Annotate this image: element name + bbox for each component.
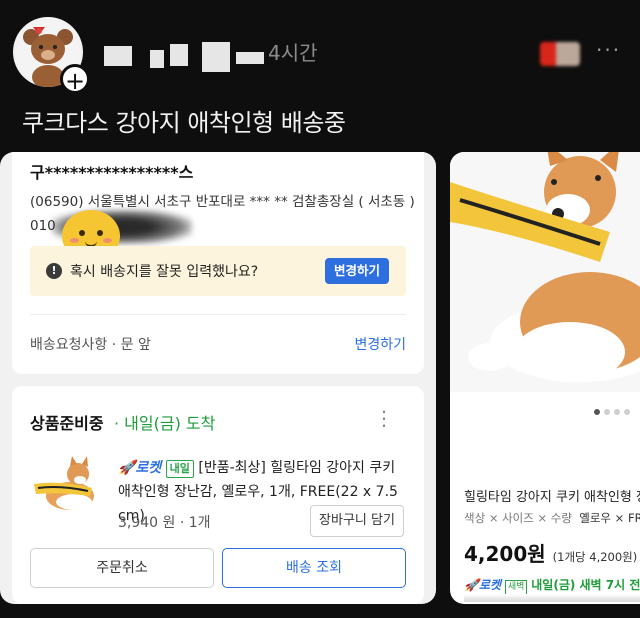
redacted-username — [170, 44, 188, 66]
change-request-link[interactable]: 변경하기 — [354, 334, 406, 354]
add-to-cart-button[interactable]: 장바구니 담기 — [310, 505, 404, 537]
more-options-icon[interactable]: ··· — [596, 38, 621, 62]
redacted-username — [104, 46, 132, 66]
recipient-name: 구****************스 — [30, 163, 194, 182]
post-title: 쿠크다스 강아지 애착인형 배송중 — [22, 109, 346, 137]
carousel-dots — [594, 400, 634, 419]
order-card: 구****************스 (06590) 서울특별시 서초구 반포대… — [0, 152, 436, 604]
delivery-eta: · 내일(금) 도착 — [114, 414, 216, 433]
address-line: (06590) 서울특별시 서초구 반포대로 *** ** 검찰총장실 ( 서초… — [30, 194, 415, 210]
redacted-username — [150, 50, 164, 68]
price-quantity: 3,940 원 · 1개 — [118, 515, 211, 531]
redacted-username — [202, 42, 230, 72]
divider — [30, 314, 406, 315]
post-time: 4시간 — [268, 41, 318, 65]
product-delivery: 🚀로켓 새벽 내일(금) 새벽 7시 전 도 — [464, 576, 640, 595]
card-fade — [464, 594, 640, 602]
change-address-button[interactable]: 변경하기 — [325, 258, 389, 284]
track-delivery-button[interactable]: 배송 조회 — [222, 548, 406, 588]
next-day-badge: 내일 — [165, 460, 194, 478]
address-warning: ! 혹시 배송지를 잘못 입력했나요? 변경하기 — [30, 246, 406, 296]
address-section: 구****************스 (06590) 서울특별시 서초구 반포대… — [12, 152, 424, 374]
product-options: 색상 × 사이즈 × 수량 옐로우 × FREE — [464, 511, 640, 525]
order-status: 상품준비중 — [30, 414, 104, 433]
product-card[interactable]: 힐링타임 강아지 쿠키 애착인형 장 색상 × 사이즈 × 수량 옐로우 × F… — [450, 152, 640, 604]
warning-icon: ! — [46, 263, 62, 279]
warning-text: 혹시 배송지를 잘못 입력했나요? — [70, 264, 259, 280]
kebab-menu-icon[interactable]: ⋮ — [374, 406, 394, 430]
delivery-request: 배송요청사항 · 문 앞 — [30, 337, 151, 353]
cancel-order-button[interactable]: 주문취소 — [30, 548, 214, 588]
product-card-title: 힐링타임 강아지 쿠키 애착인형 장 — [464, 490, 640, 505]
rocket-badge: 🚀로켓 — [118, 460, 162, 476]
product-photo — [450, 152, 640, 392]
product-price: 4,200원 (1개당 4,200원) — [464, 542, 638, 566]
redacted-username — [236, 52, 264, 64]
order-item-section: 상품준비중 · 내일(금) 도착 ⋮ 🚀로켓 내일 [반품-최상] 힐링타임 강… — [12, 386, 424, 604]
other-avatar[interactable] — [540, 42, 580, 66]
product-thumbnail[interactable] — [30, 452, 108, 522]
follow-plus-button[interactable]: + — [60, 64, 90, 95]
